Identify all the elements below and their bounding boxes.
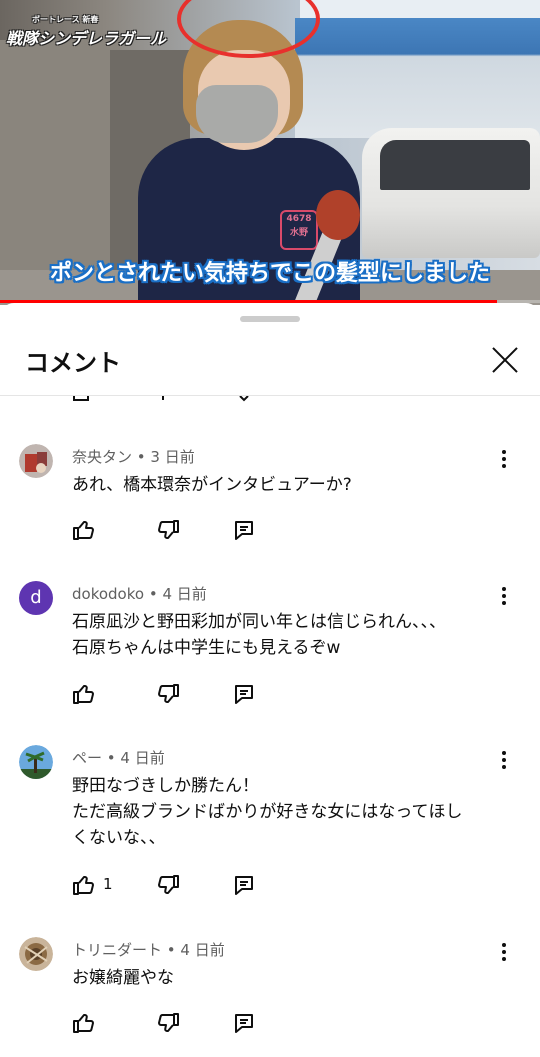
comment-meta: 奈央タン • 3 日前 [72, 448, 195, 466]
avatar[interactable] [19, 745, 53, 779]
comment-line: あれ、橋本環奈がインタビュアーか? [72, 475, 352, 495]
thumb-up-icon[interactable] [72, 518, 96, 542]
thumb-up-icon[interactable] [72, 873, 96, 897]
video-caption: ポンとされたい気持ちでこの髪型にしました [49, 261, 490, 286]
like-count: 1 [103, 875, 113, 893]
comment-author[interactable]: 奈央タン [72, 448, 132, 466]
comment-text: 野田なづきしか勝たん！ ただ高級ブランドばかりが好きな女にはなってほし くないな… [72, 773, 492, 851]
comments-header: コメント [0, 325, 540, 396]
more-vert-icon[interactable] [494, 939, 514, 963]
avatar-image [19, 745, 53, 779]
avatar-letter: d [30, 587, 42, 608]
video-frame-van-window [380, 140, 530, 190]
previous-actions-icons [73, 396, 249, 402]
comment-actions: 1 [72, 873, 272, 897]
drag-handle[interactable] [240, 316, 300, 322]
comment-time: 3 日前 [150, 448, 195, 466]
comment-meta: dokodoko • 4 日前 [72, 585, 207, 603]
reply-icon[interactable] [232, 1011, 256, 1035]
previous-comment-actions [0, 396, 540, 402]
comment-text: お嬢綺麗やな [72, 965, 492, 991]
comment-meta: ペー • 4 日前 [72, 749, 165, 767]
comment-line: 野田なづきしか勝たん！ [72, 776, 259, 796]
comment-time: 4 日前 [120, 749, 165, 767]
comment-author[interactable]: ペー [72, 749, 102, 767]
comments-title: コメント [25, 349, 121, 377]
video-logo: ボートレース 新春 戦隊シンデレラガール [6, 14, 166, 49]
video-player[interactable]: 4678 水野 ボートレース 新春 戦隊シンデレラガール ポンとされたい気持ちで… [0, 0, 540, 305]
avatar[interactable] [19, 444, 53, 478]
comment-text: あれ、橋本環奈がインタビュアーか? [72, 472, 492, 498]
badge-number: 4678 [286, 214, 312, 224]
avatar-image [19, 444, 53, 478]
comment-actions [72, 518, 272, 542]
more-vert-icon[interactable] [494, 446, 514, 470]
thumb-down-icon[interactable] [156, 1011, 180, 1035]
badge-name: 水野 [289, 228, 308, 238]
close-icon[interactable] [485, 339, 525, 379]
person-mask [196, 85, 278, 143]
video-logo-line2: 戦隊シンデレラガール [6, 29, 167, 48]
video-logo-line1: ボートレース 新春 [32, 15, 99, 24]
comment-line: お嬢綺麗やな [72, 968, 174, 988]
comment-time: 4 日前 [162, 585, 207, 603]
comment-time: 4 日前 [180, 941, 225, 959]
thumb-up-icon[interactable] [72, 682, 96, 706]
reply-icon[interactable] [232, 682, 256, 706]
thumb-down-icon[interactable] [156, 873, 180, 897]
thumb-down-icon[interactable] [156, 682, 180, 706]
comment-line: 石原凪沙と野田彩加が同い年とは信じられん、、、 [72, 612, 446, 632]
thumb-up-icon[interactable] [72, 1011, 96, 1035]
comment-author[interactable]: dokodoko [72, 585, 144, 603]
more-vert-icon[interactable] [494, 747, 514, 771]
comment-meta: トリニダート • 4 日前 [72, 941, 225, 959]
avatar[interactable] [19, 937, 53, 971]
comment-line: くないな、、 [72, 828, 166, 848]
reply-icon[interactable] [232, 518, 256, 542]
avatar[interactable]: d [19, 581, 53, 615]
avatar-image [19, 937, 53, 971]
comment-actions [72, 682, 272, 706]
comment-text: 石原凪沙と野田彩加が同い年とは信じられん、、、 石原ちゃんは中学生にも見えるぞw [72, 609, 492, 661]
comment-author[interactable]: トリニダート [72, 941, 162, 959]
microphone-head [316, 190, 360, 240]
comment-line: ただ高級ブランドばかりが好きな女にはなってほし [72, 802, 463, 822]
comment-actions [72, 1011, 272, 1035]
comment-line: 石原ちゃんは中学生にも見えるぞw [72, 638, 341, 658]
comments-sheet: コメント 奈央タン • 3 日前 あれ、橋本環奈がインタビュアーか? d dok… [0, 303, 540, 1057]
name-badge: 4678 水野 [280, 210, 318, 250]
more-vert-icon[interactable] [494, 583, 514, 607]
reply-icon[interactable] [232, 873, 256, 897]
thumb-down-icon[interactable] [156, 518, 180, 542]
video-frame-pillar [0, 40, 120, 280]
